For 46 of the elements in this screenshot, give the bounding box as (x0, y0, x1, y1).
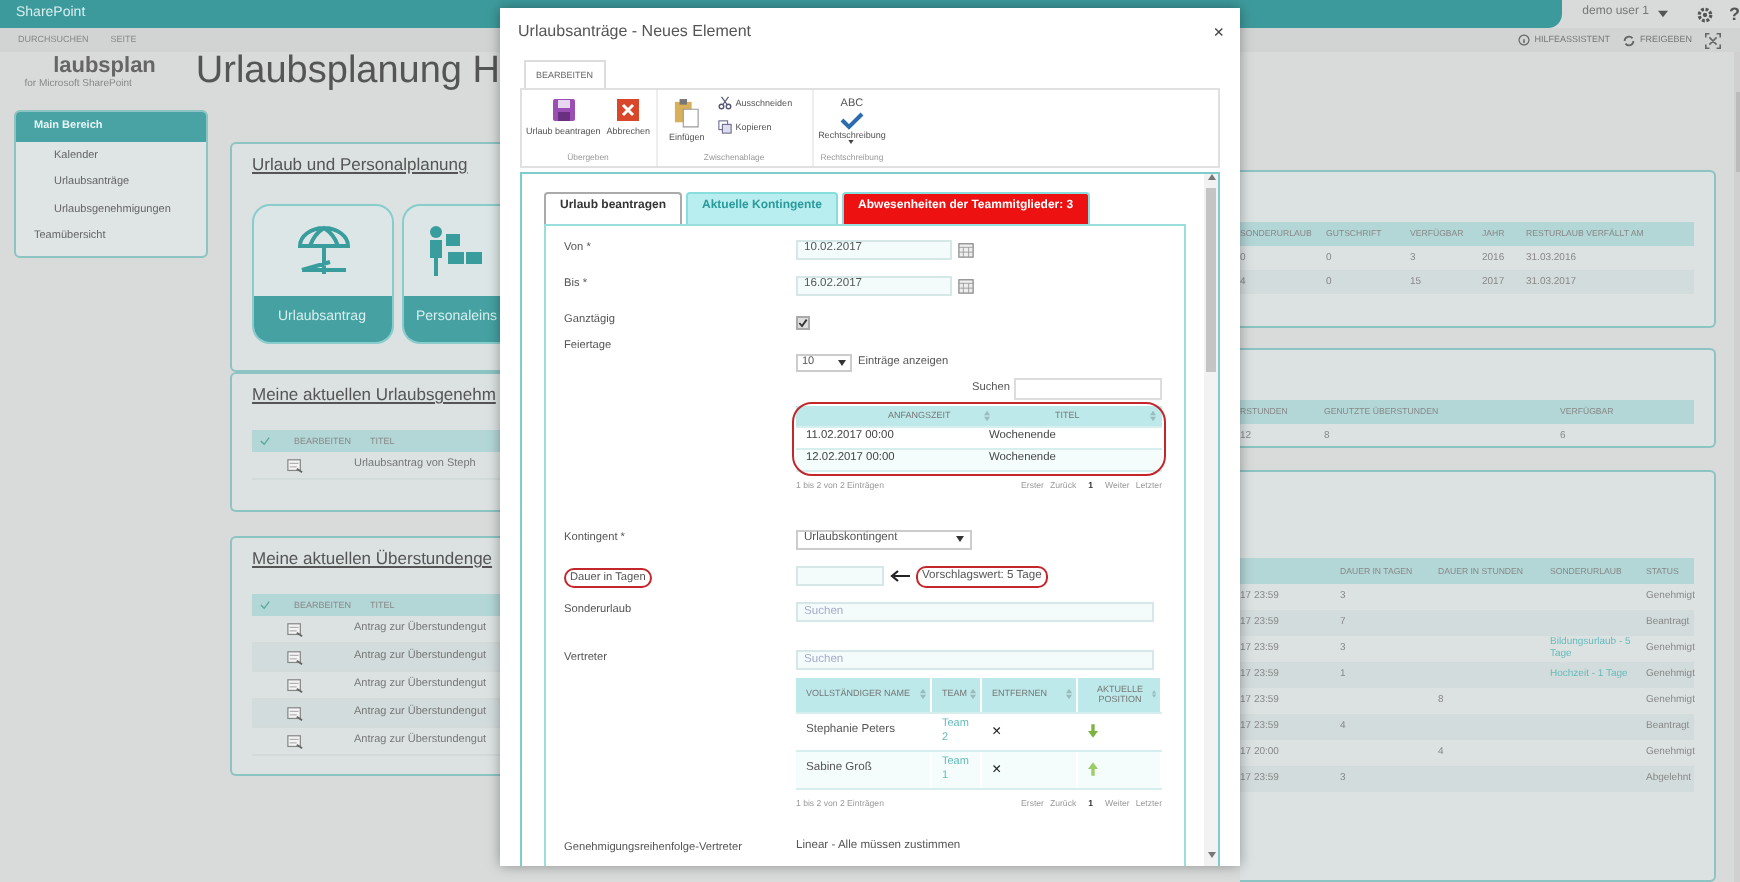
edit-icon[interactable] (286, 733, 304, 750)
edit-icon[interactable] (286, 705, 304, 722)
scissors-icon (717, 96, 732, 111)
page-title: Urlaubsplanung H (195, 52, 500, 96)
paste-icon (673, 98, 700, 129)
sort-icon (983, 409, 989, 422)
check-icon[interactable] (260, 436, 270, 447)
cancel-icon (616, 98, 641, 123)
settings-icon[interactable] (1695, 5, 1713, 23)
sort-icon (1066, 688, 1072, 701)
calendar-icon[interactable] (958, 241, 974, 258)
caret-icon (848, 140, 855, 145)
save-icon (551, 98, 576, 123)
dialog-title: Urlaubsanträge - Neues Element (518, 22, 752, 42)
caret-icon (838, 359, 846, 366)
sync-icon (1621, 33, 1636, 47)
check-icon[interactable] (260, 600, 270, 611)
copy-icon (717, 120, 732, 135)
input-field[interactable] (796, 566, 884, 587)
info-icon (1518, 34, 1531, 46)
checkmark-icon (839, 111, 864, 130)
calendar-icon[interactable] (958, 277, 974, 294)
close-button[interactable]: × (1213, 21, 1224, 43)
arrow-down-icon[interactable] (1088, 724, 1098, 739)
caret-icon (956, 536, 964, 543)
logo-text: laubsplan (53, 54, 156, 78)
help-button[interactable]: ? (1729, 3, 1740, 25)
edit-icon[interactable] (286, 677, 304, 694)
scroll-up-icon[interactable] (1207, 174, 1215, 181)
edit-icon[interactable] (286, 649, 304, 666)
card-title[interactable]: Meine aktuellen Urlaubsgenehm (252, 384, 496, 405)
sort-icon (970, 688, 976, 701)
edit-icon[interactable] (286, 457, 304, 474)
edit-icon[interactable] (286, 621, 304, 638)
checkbox[interactable] (796, 315, 810, 330)
scroll-down-icon[interactable] (1207, 852, 1215, 858)
search-field[interactable] (1014, 377, 1162, 400)
remove-button[interactable]: × (992, 759, 1002, 779)
sort-icon (1150, 409, 1156, 422)
arrow-left-icon (890, 570, 910, 583)
card-title[interactable]: Urlaub und Personalplanung (252, 154, 468, 175)
sort-icon (920, 688, 926, 701)
caret-icon[interactable] (1657, 10, 1667, 18)
remove-button[interactable]: × (992, 721, 1002, 741)
focus-icon[interactable] (1704, 31, 1722, 49)
card-title[interactable]: Meine aktuellen Überstundenge (252, 548, 493, 569)
